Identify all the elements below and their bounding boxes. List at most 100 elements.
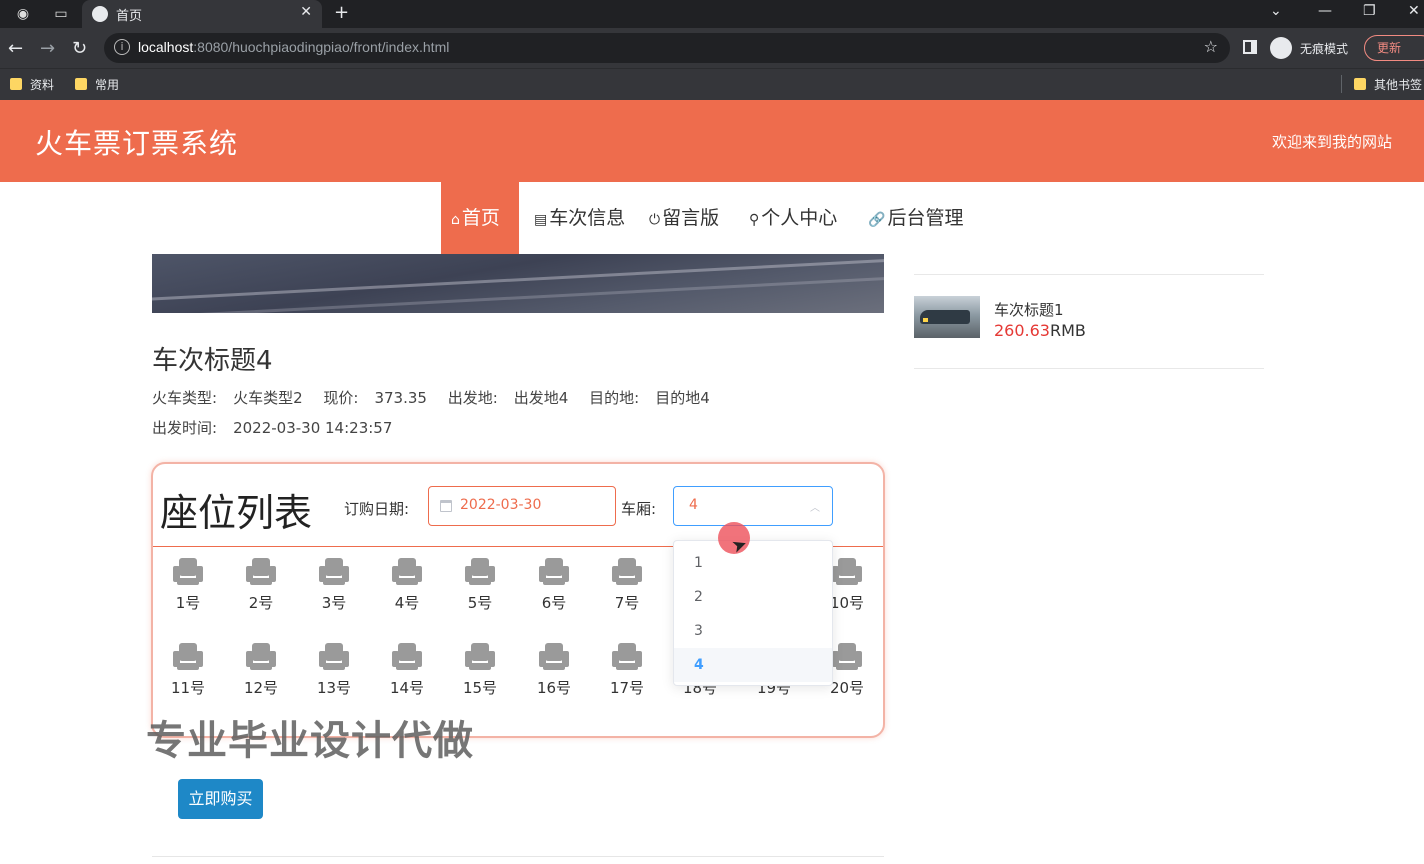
folder-icon xyxy=(10,78,22,90)
sidebar-train-thumbnail[interactable] xyxy=(914,296,980,338)
link-icon: 🔗 xyxy=(868,212,886,228)
from-label: 出发地: xyxy=(447,389,498,407)
train-type-value: 火车类型2 xyxy=(233,389,303,407)
car-select-value: 4 xyxy=(689,497,698,513)
browser-profile-icon[interactable]: ◉ xyxy=(14,5,32,23)
content-divider xyxy=(152,856,884,857)
seat[interactable]: 4号 xyxy=(377,548,437,612)
seat[interactable]: 12号 xyxy=(231,633,291,697)
sidebar-train-title[interactable]: 车次标题1 xyxy=(994,299,1064,320)
seat-icon xyxy=(465,558,495,586)
car-label: 车厢: xyxy=(621,500,657,518)
from-value: 出发地4 xyxy=(513,389,569,407)
nav-admin[interactable]: 🔗 后台管理 xyxy=(868,182,963,254)
bookmark-folder-ziliao[interactable]: 资料 xyxy=(10,76,54,93)
side-panel-icon[interactable] xyxy=(1243,40,1257,54)
bookmark-separator xyxy=(1341,75,1342,93)
buy-now-button[interactable]: 立即购买 xyxy=(178,779,263,819)
order-date-label: 订购日期: xyxy=(344,500,410,518)
seat-list-heading: 座位列表 xyxy=(160,491,313,535)
back-icon[interactable]: ← xyxy=(8,38,23,59)
seat[interactable]: 1号 xyxy=(158,548,218,612)
seat[interactable]: 15号 xyxy=(450,633,510,697)
restore-icon[interactable]: ❐ xyxy=(1363,3,1376,19)
car-option-2[interactable]: 2 xyxy=(674,580,832,614)
bookmarks-bar: 资料 常用 其他书签 xyxy=(0,68,1424,100)
train-attributes: 火车类型: 火车类型2 现价: 373.35 出发地: 出发地4 目的地: 目的地4 xyxy=(152,387,726,408)
sidebar-train-price: 260.63RMB xyxy=(994,321,1086,340)
site-title: 火车票订票系统 xyxy=(35,127,239,160)
browser-tab-home[interactable]: 首页 ✕ xyxy=(82,0,322,28)
seat-icon xyxy=(319,643,349,671)
price-label: 现价: xyxy=(323,389,359,407)
seat-icon xyxy=(832,558,862,586)
incognito-label: 无痕模式 xyxy=(1300,42,1349,56)
seat[interactable]: 16号 xyxy=(524,633,584,697)
seat[interactable]: 2号 xyxy=(231,548,291,612)
train-banner-image xyxy=(152,254,884,313)
update-button[interactable]: 更新 xyxy=(1364,35,1424,61)
car-option-4[interactable]: 4 xyxy=(674,648,832,682)
depart-label: 出发时间: xyxy=(152,419,218,437)
calendar-icon xyxy=(440,500,452,512)
window-close-icon[interactable]: ✕ xyxy=(1408,3,1420,19)
globe-icon xyxy=(92,6,108,22)
site-header: 火车票订票系统 欢迎来到我的网站 xyxy=(0,100,1424,182)
seat-icon xyxy=(246,643,276,671)
seat-icon xyxy=(319,558,349,586)
seat[interactable]: 7号 xyxy=(597,548,657,612)
chevron-up-icon: ︿ xyxy=(810,503,820,514)
seat-icon xyxy=(612,643,642,671)
seat-icon xyxy=(832,643,862,671)
car-select-dropdown: 1 2 3 4 xyxy=(673,540,833,686)
seat-icon xyxy=(392,558,422,586)
seat[interactable]: 13号 xyxy=(304,633,364,697)
seat[interactable]: 11号 xyxy=(158,633,218,697)
folder-icon xyxy=(75,78,87,90)
minimize-icon[interactable]: — xyxy=(1318,3,1332,19)
chevron-down-icon[interactable]: ⌄ xyxy=(1270,3,1282,19)
car-option-1[interactable]: 1 xyxy=(674,546,832,580)
welcome-text: 欢迎来到我的网站 xyxy=(1271,133,1392,151)
url-text[interactable]: localhost:8080/huochpiaodingpiao/front/i… xyxy=(138,39,449,55)
order-date-picker[interactable]: 2022-03-30 xyxy=(428,486,616,526)
seat[interactable]: 6号 xyxy=(524,548,584,612)
home-icon: ⌂ xyxy=(451,212,460,228)
browser-tab-bar: ◉ ▭ 首页 ✕ + ⌄ — ❐ ✕ xyxy=(0,0,1424,28)
power-icon: ⏻ xyxy=(649,212,661,228)
tab-title: 首页 xyxy=(116,9,143,24)
address-bar[interactable]: i localhost:8080/huochpiaodingpiao/front… xyxy=(104,33,1230,63)
bookmark-folder-other[interactable]: 其他书签 xyxy=(1354,76,1422,93)
car-option-3[interactable]: 3 xyxy=(674,614,832,648)
site-info-icon[interactable]: i xyxy=(114,39,130,55)
seat-icon xyxy=(539,643,569,671)
forward-icon[interactable]: → xyxy=(40,38,55,59)
seat[interactable]: 3号 xyxy=(304,548,364,612)
bookmark-folder-changyong[interactable]: 常用 xyxy=(75,76,119,93)
seat-icon xyxy=(612,558,642,586)
nav-message-board[interactable]: ⏻ 留言版 xyxy=(649,182,719,254)
seat-icon xyxy=(246,558,276,586)
sidebar-divider xyxy=(914,274,1264,275)
seat-icon xyxy=(173,558,203,586)
browser-toolbar: ← → ↻ i localhost:8080/huochpiaodingpiao… xyxy=(0,28,1424,68)
nav-home[interactable]: ⌂ 首页 xyxy=(441,182,519,254)
reload-icon[interactable]: ↻ xyxy=(72,38,87,59)
car-select[interactable]: 4 ︿ xyxy=(673,486,833,526)
close-icon[interactable]: ✕ xyxy=(300,4,312,20)
bookmark-star-icon[interactable]: ☆ xyxy=(1204,37,1218,56)
seat-icon xyxy=(173,643,203,671)
nav-personal-center[interactable]: ⚲ 个人中心 xyxy=(749,182,837,254)
nav-train-info[interactable]: ▤ 车次信息 xyxy=(534,182,625,254)
incognito-icon xyxy=(1270,37,1292,59)
seat[interactable]: 14号 xyxy=(377,633,437,697)
depart-value: 2022-03-30 14:23:57 xyxy=(233,419,393,437)
tab-search-icon[interactable]: ▭ xyxy=(52,5,70,23)
order-date-value: 2022-03-30 xyxy=(460,497,542,513)
watermark-text: 专业毕业设计代做 xyxy=(146,718,474,764)
calendar-icon: ▤ xyxy=(534,212,548,228)
seat[interactable]: 5号 xyxy=(450,548,510,612)
sidebar-divider xyxy=(914,368,1264,369)
new-tab-icon[interactable]: + xyxy=(334,2,349,23)
seat[interactable]: 17号 xyxy=(597,633,657,697)
